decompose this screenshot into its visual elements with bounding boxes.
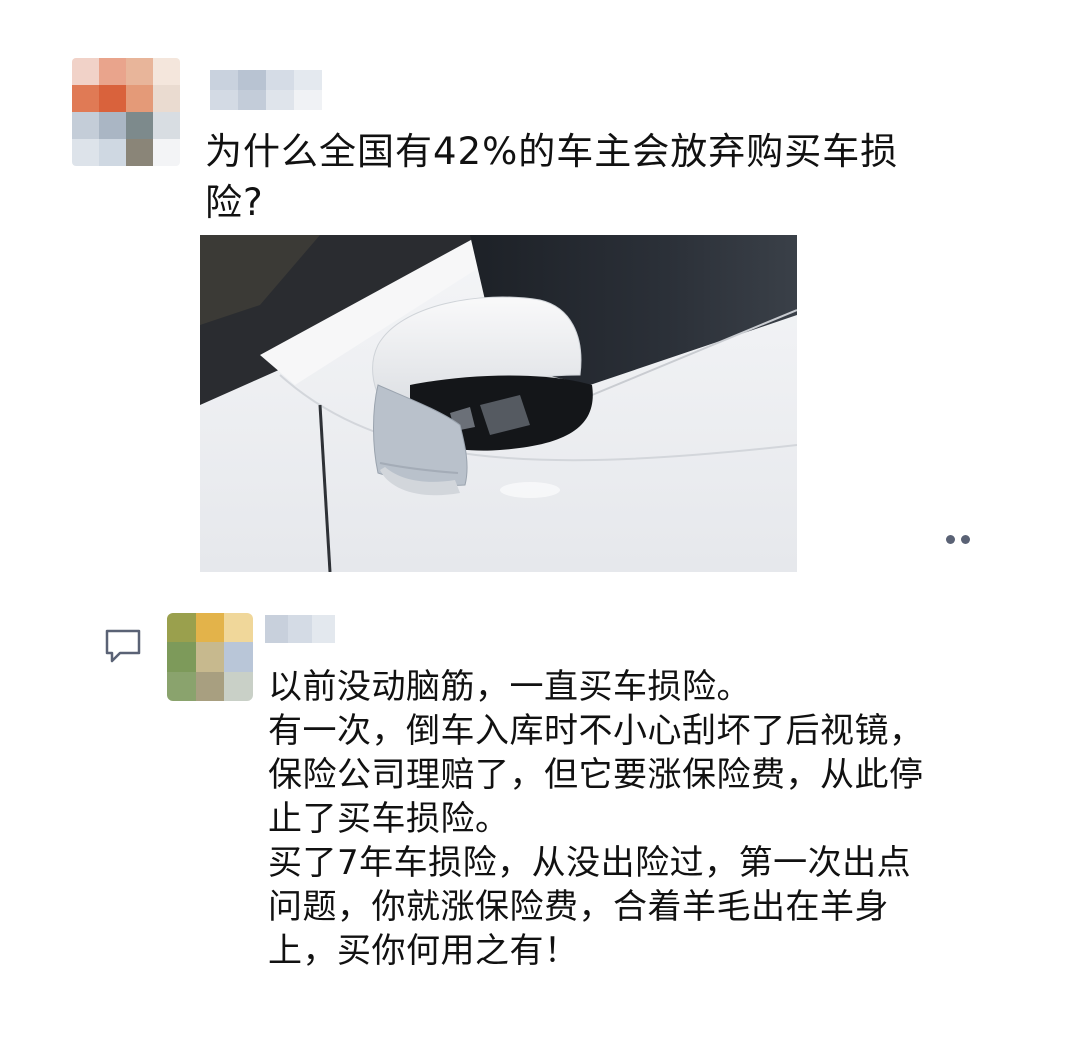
more-dots-icon <box>946 534 955 544</box>
post-author-avatar[interactable] <box>72 58 180 166</box>
reply-author-name[interactable] <box>265 615 335 643</box>
comment-bubble-icon[interactable] <box>104 628 142 664</box>
more-options-button[interactable] <box>938 530 978 548</box>
reply-author-avatar[interactable] <box>167 613 253 701</box>
reply-text-line: 买了7年车损险，从没出险过，第一次出点 <box>268 843 912 883</box>
reply-text-line: 以前没动脑筋，一直买车损险。 <box>268 667 751 707</box>
post-photo[interactable] <box>200 235 797 572</box>
more-dots-icon <box>961 534 970 544</box>
post-author-name[interactable] <box>210 70 322 110</box>
reply-text: 以前没动脑筋，一直买车损险。 有一次，倒车入库时不小心刮坏了后视镜， 保险公司理… <box>268 665 968 973</box>
post-text: 为什么全国有42%的车主会放弃购买车损 险? <box>205 126 995 228</box>
reply-text-line: 止了买车损险。 <box>268 799 510 839</box>
reply-text-line: 有一次，倒车入库时不小心刮坏了后视镜， <box>268 711 924 751</box>
reply-text-line: 上，买你何用之有！ <box>268 931 579 971</box>
post-text-line: 为什么全国有42%的车主会放弃购买车损 <box>205 130 899 173</box>
reply-text-line: 保险公司理赔了，但它要涨保险费，从此停 <box>268 755 924 795</box>
car-mirror-image <box>200 235 797 572</box>
reply-text-line: 问题，你就涨保险费，合着羊毛出在羊身 <box>268 887 889 927</box>
post-text-line: 险? <box>205 181 264 224</box>
moments-page: 为什么全国有42%的车主会放弃购买车损 险? 以前没动脑筋，一直买车损险。 有一… <box>0 0 1080 1040</box>
